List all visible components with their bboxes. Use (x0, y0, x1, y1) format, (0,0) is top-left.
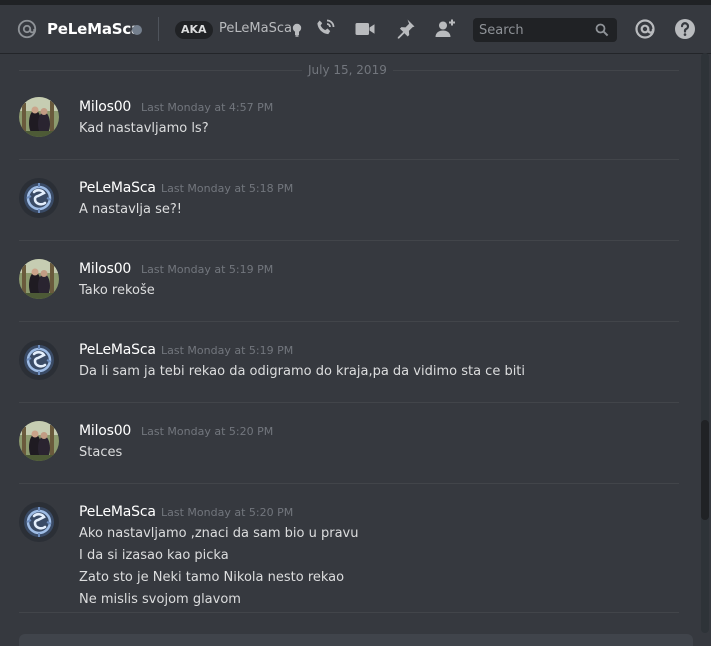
message-timestamp: Last Monday at 5:18 PM (161, 182, 294, 195)
message-content: A nastavlja se?! (79, 202, 182, 217)
message-timestamp: Last Monday at 5:19 PM (141, 263, 274, 276)
avatar[interactable] (19, 259, 59, 299)
mention-icon[interactable] (633, 17, 657, 41)
avatar[interactable] (19, 421, 59, 461)
message-separator (19, 321, 679, 322)
avatar[interactable] (19, 97, 59, 137)
message-author[interactable]: PeLeMaSca (79, 503, 156, 521)
message-author[interactable]: PeLeMaSca (79, 341, 156, 359)
phone-call-icon[interactable] (313, 17, 337, 41)
bulb-icon (292, 23, 302, 37)
message-input[interactable] (19, 634, 693, 646)
message-author[interactable]: PeLeMaSca (79, 179, 156, 197)
video-call-icon[interactable] (353, 17, 377, 41)
search-input[interactable] (473, 18, 591, 42)
at-icon (17, 19, 37, 39)
message-content: I da si izasao kao picka (79, 548, 229, 563)
message-separator (19, 483, 679, 484)
date-divider: July 15, 2019 (302, 62, 393, 78)
pin-icon[interactable] (393, 17, 417, 41)
status-indicator (132, 25, 142, 35)
message-content: Staces (79, 445, 123, 460)
scrollbar-thumb[interactable] (701, 420, 709, 520)
message-content: Tako rekoše (79, 283, 155, 298)
help-icon[interactable] (673, 17, 697, 41)
message-separator (19, 159, 679, 160)
message-author[interactable]: Milos00 (79, 260, 131, 278)
message-author[interactable]: Milos00 (79, 422, 131, 440)
aka-badge: AKA (175, 21, 213, 39)
dm-username: PeLeMaSca (47, 20, 141, 38)
message-timestamp: Last Monday at 5:20 PM (141, 425, 274, 438)
message-content: Ne mislis svojom glavom (79, 592, 241, 607)
message-separator (19, 612, 679, 613)
message-separator (19, 402, 679, 403)
message-timestamp: Last Monday at 4:57 PM (141, 101, 274, 114)
message-content: Zato sto je Neki tamo Nikola nesto rekao (79, 570, 345, 585)
avatar[interactable] (19, 178, 59, 218)
avatar[interactable] (19, 502, 59, 542)
message-content: Ako nastavljamo ,znaci da sam bio u prav… (79, 526, 359, 541)
message-separator (19, 240, 679, 241)
message-timestamp: Last Monday at 5:19 PM (161, 344, 294, 357)
header-divider (158, 17, 159, 41)
scrollbar-track[interactable] (701, 53, 709, 633)
add-friend-icon[interactable] (433, 17, 457, 41)
aka-name: PeLeMaSca (219, 21, 292, 36)
search-box[interactable] (473, 18, 617, 42)
channel-header: PeLeMaSca AKA PeLeMaSca (0, 5, 711, 53)
message-content: Da li sam ja tebi rekao da odigramo do k… (79, 364, 526, 379)
message-timestamp: Last Monday at 5:20 PM (161, 506, 294, 519)
search-icon (595, 23, 609, 37)
avatar[interactable] (19, 340, 59, 380)
message-author[interactable]: Milos00 (79, 98, 131, 116)
message-content: Kad nastavljamo ls? (79, 121, 209, 136)
